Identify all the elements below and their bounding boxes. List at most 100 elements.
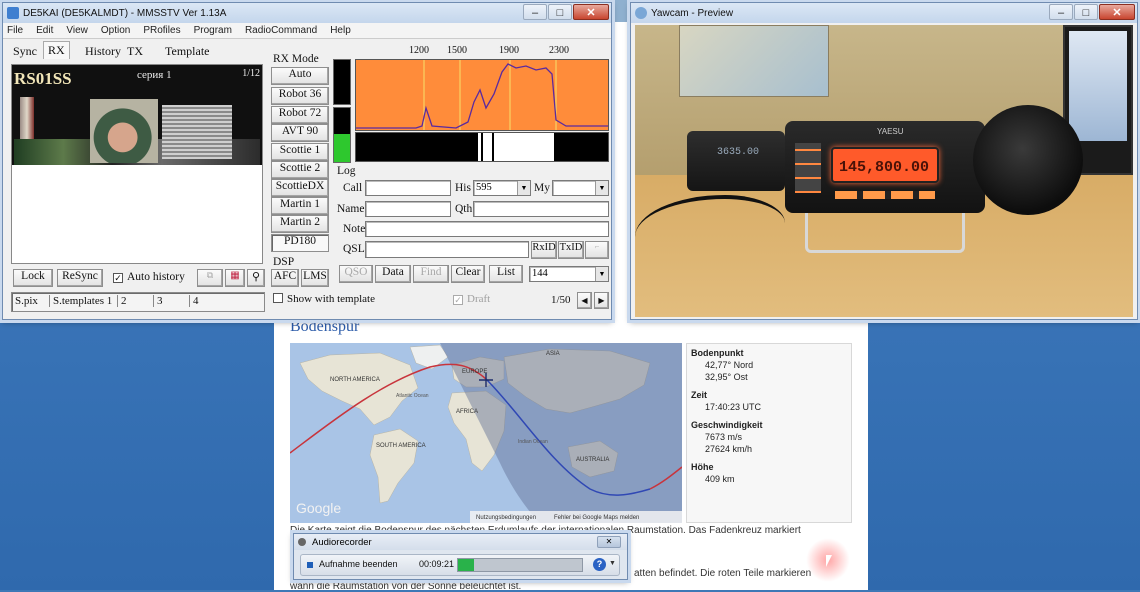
map-label-atlantic: Atlantic Ocean: [396, 393, 429, 399]
note-input[interactable]: [365, 221, 609, 237]
clear-button[interactable]: Clear: [451, 265, 485, 283]
menu-file[interactable]: File: [7, 25, 23, 36]
altitude-label: Höhe: [691, 462, 714, 472]
tab-history[interactable]: History: [81, 43, 125, 60]
minimize-button[interactable]: ‒: [1049, 4, 1073, 20]
menu-help[interactable]: Help: [330, 25, 351, 36]
next-page-button[interactable]: ▶: [594, 292, 609, 309]
tab-sync[interactable]: Sync: [9, 43, 41, 60]
mode-auto-button[interactable]: Auto: [271, 67, 329, 85]
prev-page-button[interactable]: ◀: [577, 292, 592, 309]
menu-view[interactable]: View: [66, 25, 88, 36]
rxid-button[interactable]: RxID: [531, 241, 557, 259]
resync-button[interactable]: ReSync: [57, 269, 103, 287]
spectrum-tick-1500: 1500: [447, 45, 467, 56]
mmsstv-title: DE5KAI (DE5KALMDT) - MMSSTV Ver 1.13A: [23, 7, 227, 19]
mode-scottie1-button[interactable]: Scottie 1: [271, 143, 329, 161]
level-meter-top: [333, 59, 351, 105]
mmsstv-menubar: File Edit View Option PRofiles Program R…: [3, 23, 611, 39]
audiorecorder-titlebar[interactable]: Audiorecorder: [294, 534, 627, 550]
tab-spix[interactable]: S.pix: [15, 295, 38, 307]
radio-brand: YAESU: [877, 127, 904, 136]
close-button[interactable]: ✕: [573, 4, 609, 20]
yawcam-window-controls: ‒ □ ✕: [1048, 4, 1135, 20]
menu-radiocommand[interactable]: RadioCommand: [245, 25, 317, 36]
log-extra-icon[interactable]: ⌐: [585, 241, 609, 259]
mode-pd180-button[interactable]: PD180: [271, 234, 329, 252]
chevron-down-icon[interactable]: ▼: [609, 560, 616, 567]
data-button[interactable]: Data: [375, 265, 411, 283]
mode-robot72-button[interactable]: Robot 72: [271, 106, 329, 124]
level-meter-fill: [334, 134, 350, 162]
lms-button[interactable]: LMS: [301, 269, 329, 287]
qsl-input[interactable]: [365, 241, 529, 258]
mode-robot36-button[interactable]: Robot 36: [271, 87, 329, 105]
radio-buttons-bottom: [835, 191, 935, 199]
draft-checkbox[interactable]: ✓ Draft: [453, 293, 490, 305]
minimize-button[interactable]: ‒: [523, 4, 547, 20]
close-icon[interactable]: ✕: [597, 536, 621, 548]
auto-history-checkbox[interactable]: ✓ Auto history: [113, 271, 185, 283]
menu-edit[interactable]: Edit: [36, 25, 53, 36]
mode-martin1-button[interactable]: Martin 1: [271, 197, 329, 215]
tab-template[interactable]: Template: [161, 43, 213, 60]
speed-kmh-value: 27624 km/h: [705, 444, 753, 454]
radio-second-unit: 3635.00: [687, 131, 785, 191]
menu-program[interactable]: Program: [194, 25, 232, 36]
call-input[interactable]: [365, 180, 451, 196]
microphone-icon: [298, 538, 306, 546]
palette-icon[interactable]: ▦: [225, 269, 245, 287]
spectrum-display[interactable]: [355, 59, 609, 131]
map-label-south-america: SOUTH AMERICA: [376, 443, 426, 449]
mmsstv-titlebar[interactable]: DE5KAI (DE5KALMDT) - MMSSTV Ver 1.13A ‒ …: [3, 3, 611, 23]
tab-2[interactable]: 2: [117, 295, 127, 307]
menu-option[interactable]: Option: [101, 25, 130, 36]
note-label: Note: [343, 223, 366, 235]
radio-stand: [805, 213, 965, 253]
map-report-link: Fehler bei Google Maps melden: [554, 515, 639, 521]
mode-avt90-button[interactable]: AVT 90: [271, 124, 329, 142]
name-input[interactable]: [365, 201, 451, 217]
list-button[interactable]: List: [489, 265, 523, 283]
page-counter: 1/50: [551, 294, 571, 306]
his-select[interactable]: 595 ▼: [473, 180, 531, 196]
frequency-select[interactable]: 144 ▼: [529, 266, 609, 282]
afc-button[interactable]: AFC: [271, 269, 299, 287]
map-label-europe: EUROPE: [462, 369, 487, 375]
lock-button[interactable]: Lock: [13, 269, 53, 287]
stop-square-icon: [307, 562, 313, 568]
qso-button[interactable]: QSO: [339, 265, 373, 283]
radio-lcd: 145,800.00: [831, 147, 939, 183]
mode-martin2-button[interactable]: Martin 2: [271, 215, 329, 233]
mode-scottie2-button[interactable]: Scottie 2: [271, 161, 329, 179]
my-select[interactable]: ▼: [552, 180, 609, 196]
maximize-button[interactable]: □: [548, 4, 572, 20]
show-template-checkbox[interactable]: Show with template: [273, 293, 375, 305]
draft-label: Draft: [467, 293, 491, 305]
stop-recording-button[interactable]: Aufnahme beenden: [319, 559, 398, 569]
log-label: Log: [337, 165, 356, 177]
mode-scottiedx-button[interactable]: ScottieDX: [271, 179, 329, 197]
magnifier-icon[interactable]: ⚲: [247, 269, 265, 287]
yawcam-titlebar[interactable]: Yawcam - Preview ‒ □ ✕: [631, 3, 1137, 23]
maximize-button[interactable]: □: [1074, 4, 1098, 20]
tab-tx[interactable]: TX: [123, 43, 147, 60]
level-meter-bottom: [333, 107, 351, 163]
menu-profiles[interactable]: PRofiles: [143, 25, 180, 36]
spectrum-tick-1200: 1200: [409, 45, 429, 56]
qth-input[interactable]: [473, 201, 609, 217]
tab-4[interactable]: 4: [189, 295, 199, 307]
help-icon[interactable]: ?: [593, 558, 606, 571]
close-button[interactable]: ✕: [1099, 4, 1135, 20]
tab-stemplates-1[interactable]: S.templates 1: [49, 295, 112, 307]
history-copy-icon[interactable]: ⧉: [197, 269, 223, 287]
qsl-label: QSL: [343, 243, 365, 255]
tab-rx[interactable]: RX: [43, 41, 70, 59]
txid-button[interactable]: TxID: [558, 241, 584, 259]
rx-image-callsign: RS01SS: [14, 69, 72, 88]
rx-image-panel: RS01SS серия 1 1/12: [11, 64, 263, 264]
body-text-3: wann die Raumstation von der Sonne beleu…: [290, 581, 522, 592]
ground-track-map[interactable]: NORTH AMERICA SOUTH AMERICA EUROPE AFRIC…: [290, 343, 682, 523]
find-button[interactable]: Find: [413, 265, 449, 283]
tab-3[interactable]: 3: [153, 295, 163, 307]
